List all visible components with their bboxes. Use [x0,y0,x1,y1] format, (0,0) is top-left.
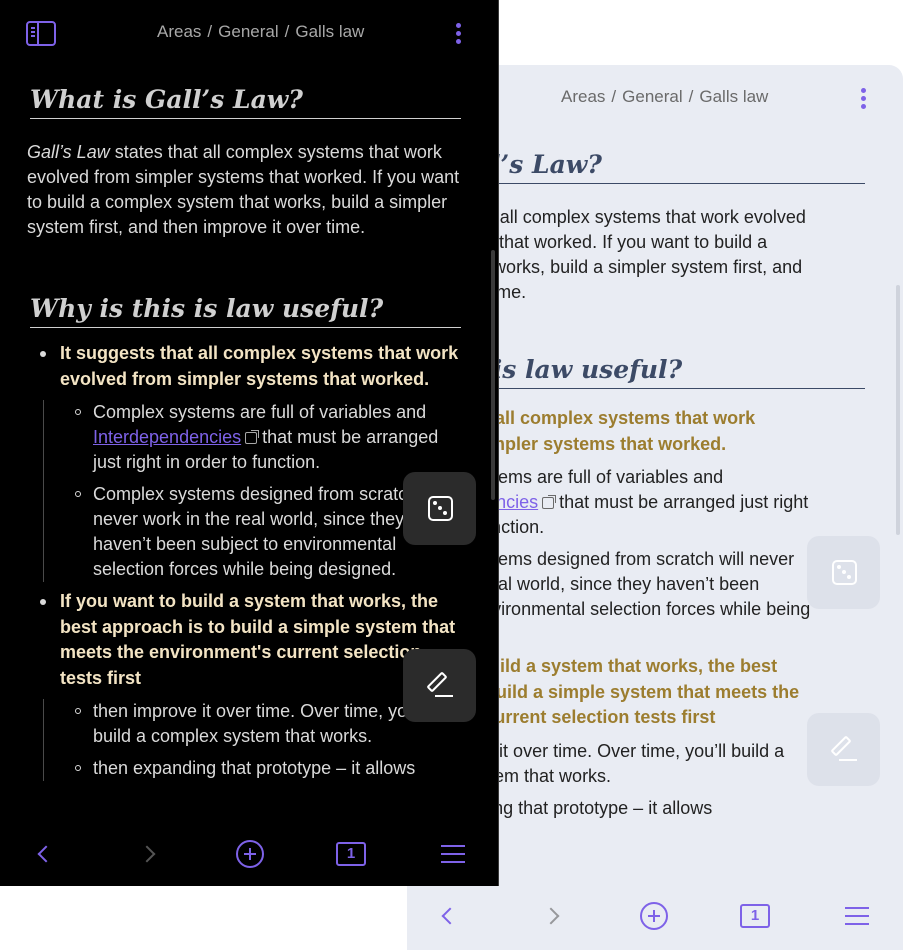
dark-theme-screen: Areas / General / Galls law What is Gall’s L… [0,0,499,886]
back-button[interactable] [430,886,470,946]
tabs-icon: 1 [336,842,366,866]
menu-button[interactable] [433,824,473,884]
chevron-left-icon [441,907,459,925]
menu-icon [845,907,869,925]
sub-1b-text: Complex systems designed from scratch wi… [93,484,448,579]
bottom-navigation: 1 [0,824,498,884]
tabs-button[interactable]: 1 [331,824,371,884]
more-options-icon[interactable] [858,85,868,113]
bullet-2-text: If you want to build a system that works… [60,591,456,688]
interdependencies-link[interactable]: Interdependencies [93,427,241,447]
sub-bullet-ring [75,765,81,771]
dice-icon [832,560,857,585]
plus-circle-icon [640,902,668,930]
bullet-2: If you want to build a system that works… [27,589,467,691]
forward-button[interactable] [531,886,571,946]
header: Areas / General / Galls law [0,0,498,68]
external-link-icon [542,495,557,509]
tabs-button[interactable]: 1 [735,886,775,946]
intro-paragraph: Gall’s Law states that all complex syste… [27,140,467,240]
breadcrumb-separator: / [688,87,694,106]
breadcrumb-areas[interactable]: Areas [157,22,201,41]
breadcrumb-separator: / [284,22,290,41]
breadcrumb-current: Galls law [295,22,365,41]
forward-button[interactable] [127,824,167,884]
sub-bullet-ring [75,708,81,714]
new-note-button[interactable] [634,886,674,946]
breadcrumb-current: Galls law [699,87,769,106]
intro-term: Gall’s Law [27,142,110,162]
plus-circle-icon [236,840,264,868]
random-note-button[interactable] [807,536,880,609]
heading-what-is-galls-law: What is Gall’s Law? [30,85,461,119]
chevron-right-icon [542,907,560,925]
sub-bullet-ring [75,491,81,497]
dice-icon [428,496,453,521]
breadcrumb-general[interactable]: General [622,87,682,106]
chevron-left-icon [37,845,55,863]
back-button[interactable] [26,824,66,884]
bullet-list: It suggests that all complex systems tha… [27,341,467,788]
sub-item-1a: Complex systems are full of variables an… [75,400,467,475]
breadcrumb: Areas / General / Galls law [561,87,768,107]
bottom-navigation: 1 [407,886,903,946]
pencil-icon [829,735,859,765]
sub-item-2b: then expanding that prototype – it allow… [75,756,467,781]
edit-button[interactable] [403,649,476,722]
indent-guide [43,400,44,582]
sub-1a-text: Complex systems are full of variables an… [93,402,427,422]
new-note-button[interactable] [230,824,270,884]
sidebar-toggle-icon[interactable] [26,21,56,46]
pencil-icon [425,671,455,701]
breadcrumb-areas[interactable]: Areas [561,87,605,106]
menu-button[interactable] [837,886,877,946]
sub-2a-text: then improve it over time. Over time, yo… [93,701,430,746]
edit-button[interactable] [807,713,880,786]
bullet-1-text: It suggests that all complex systems tha… [60,343,459,389]
random-note-button[interactable] [403,472,476,545]
sub-bullet-ring [75,409,81,415]
list-item: It suggests that all complex systems tha… [27,341,467,582]
bullet-1: It suggests that all complex systems tha… [27,341,467,392]
external-link-icon [245,430,260,444]
sub-2b-text: then expanding that prototype – it allow… [93,758,416,778]
scrollbar[interactable] [491,250,495,500]
scrollbar[interactable] [896,285,900,535]
breadcrumb-separator: / [611,87,617,106]
breadcrumb-general[interactable]: General [218,22,278,41]
bullet-dot [40,351,46,357]
heading-why-useful: Why is this is law useful? [30,294,461,328]
list-item: If you want to build a system that works… [27,589,467,781]
breadcrumb: Areas / General / Galls law [157,22,364,42]
breadcrumb-separator: / [207,22,213,41]
more-options-icon[interactable] [453,20,463,48]
chevron-right-icon [138,845,156,863]
menu-icon [441,845,465,863]
tabs-icon: 1 [740,904,770,928]
bullet-dot [40,599,46,605]
indent-guide [43,699,44,781]
